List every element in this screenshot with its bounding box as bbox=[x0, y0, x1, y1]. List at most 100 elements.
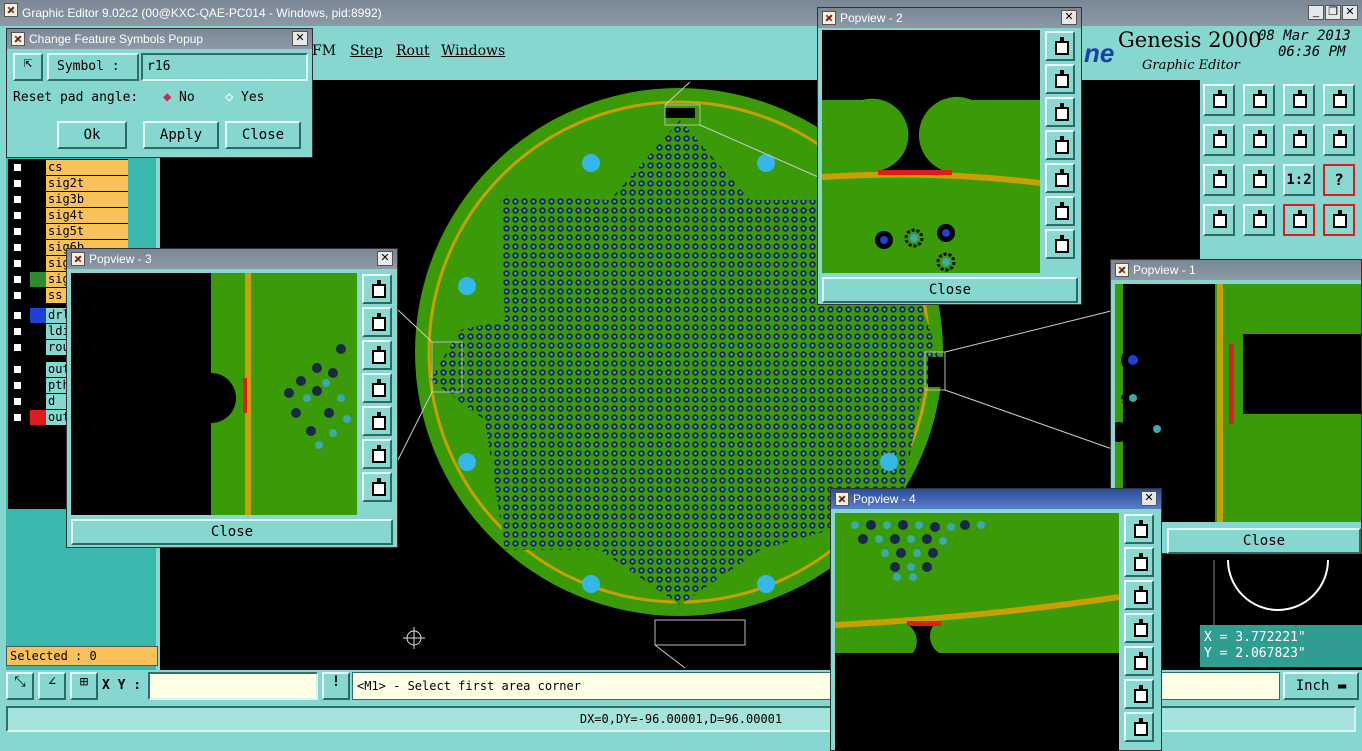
popview-3-close-icon[interactable]: ✕ bbox=[377, 251, 393, 266]
layer-row[interactable]: cs bbox=[8, 160, 128, 175]
layer-checkbox[interactable] bbox=[12, 342, 23, 353]
pv2-down-button[interactable] bbox=[1045, 97, 1075, 127]
layer-color-swatch[interactable] bbox=[30, 340, 46, 355]
pv2-popout-button[interactable] bbox=[1045, 31, 1075, 61]
layer-color-swatch[interactable] bbox=[30, 378, 46, 393]
radio-yes-icon[interactable]: ◇ bbox=[225, 89, 233, 105]
pv4-zoom-in-button[interactable] bbox=[1124, 679, 1154, 709]
tool-pan-left-button[interactable] bbox=[1203, 124, 1235, 156]
menu-item-fm[interactable]: FM bbox=[312, 43, 336, 59]
layer-row[interactable]: sig2t bbox=[8, 176, 128, 191]
tool-target-button[interactable] bbox=[1243, 164, 1275, 196]
layer-checkbox[interactable] bbox=[12, 162, 23, 173]
xy-input[interactable] bbox=[148, 672, 318, 700]
popview-3-close-button[interactable]: Close bbox=[71, 519, 393, 545]
popview-2-close-icon[interactable]: ✕ bbox=[1061, 10, 1077, 25]
layer-checkbox[interactable] bbox=[12, 242, 23, 253]
layer-checkbox[interactable] bbox=[12, 274, 23, 285]
layer-color-swatch[interactable] bbox=[30, 288, 46, 303]
layer-color-swatch[interactable] bbox=[30, 192, 46, 207]
help-icon[interactable]: ? bbox=[1323, 164, 1355, 196]
pv2-right-button[interactable] bbox=[1045, 163, 1075, 193]
status-tool-button-1[interactable]: ⤡ bbox=[6, 672, 34, 700]
popview-4-close-icon[interactable]: ✕ bbox=[1141, 491, 1157, 506]
pv4-popout-button[interactable] bbox=[1124, 514, 1154, 544]
layer-color-swatch[interactable] bbox=[30, 308, 46, 323]
tool-settings-button[interactable] bbox=[1203, 204, 1235, 236]
layer-checkbox[interactable] bbox=[12, 210, 23, 221]
menu-item-windows[interactable]: Windows bbox=[441, 43, 505, 59]
ok-button[interactable]: Ok bbox=[57, 121, 127, 149]
pv3-left-button[interactable] bbox=[362, 373, 392, 403]
layer-name[interactable]: cs bbox=[46, 160, 128, 175]
tool-s-button[interactable] bbox=[1323, 124, 1355, 156]
status-tool-button-3[interactable]: ⊞ bbox=[70, 672, 98, 700]
layer-checkbox[interactable] bbox=[12, 364, 23, 375]
pv2-up-button[interactable] bbox=[1045, 64, 1075, 94]
layer-checkbox[interactable] bbox=[12, 326, 23, 337]
pv3-up-button[interactable] bbox=[362, 307, 392, 337]
minimize-icon[interactable]: _ bbox=[1308, 5, 1324, 20]
popview-2-close-button[interactable]: Close bbox=[822, 277, 1078, 303]
layer-name[interactable]: sig3b bbox=[46, 192, 128, 207]
layer-checkbox[interactable] bbox=[12, 194, 23, 205]
menu-item-rout[interactable]: Rout bbox=[396, 43, 430, 59]
layer-checkbox[interactable] bbox=[12, 258, 23, 269]
layer-checkbox[interactable] bbox=[12, 178, 23, 189]
pv4-down-button[interactable] bbox=[1124, 580, 1154, 610]
pv3-right-button[interactable] bbox=[362, 406, 392, 436]
close-icon[interactable]: ✕ bbox=[1342, 5, 1358, 20]
pointer-icon[interactable]: ⇱ bbox=[13, 53, 43, 81]
pv3-down-button[interactable] bbox=[362, 340, 392, 370]
layer-color-swatch[interactable] bbox=[30, 160, 46, 175]
layer-row[interactable]: sig4t bbox=[8, 208, 128, 223]
layer-color-swatch[interactable] bbox=[30, 272, 46, 287]
layer-color-swatch[interactable] bbox=[30, 256, 46, 271]
tool-net2-button[interactable] bbox=[1323, 204, 1355, 236]
pv3-popout-button[interactable] bbox=[362, 274, 392, 304]
radio-no-label[interactable]: No bbox=[179, 90, 195, 105]
pv4-right-button[interactable] bbox=[1124, 646, 1154, 676]
layer-color-swatch[interactable] bbox=[30, 362, 46, 377]
layer-name[interactable]: sig4t bbox=[46, 208, 128, 223]
menu-item-step[interactable]: Step bbox=[350, 43, 382, 59]
layer-color-swatch[interactable] bbox=[30, 324, 46, 339]
units-select[interactable]: Inch ▬ bbox=[1283, 672, 1359, 700]
layer-color-swatch[interactable] bbox=[30, 224, 46, 239]
info-button[interactable]: ! bbox=[322, 672, 350, 700]
layer-checkbox[interactable] bbox=[12, 380, 23, 391]
pv3-zoom-in-button[interactable] bbox=[362, 439, 392, 469]
pv2-zoom-in-button[interactable] bbox=[1045, 196, 1075, 226]
layer-checkbox[interactable] bbox=[12, 310, 23, 321]
tool-pan-right-button[interactable] bbox=[1243, 124, 1275, 156]
pv2-left-button[interactable] bbox=[1045, 130, 1075, 160]
layer-color-swatch[interactable] bbox=[30, 394, 46, 409]
tool-scale-button[interactable]: 1:2 bbox=[1283, 164, 1315, 196]
layer-name[interactable]: sig2t bbox=[46, 176, 128, 191]
tool-probe-button[interactable] bbox=[1243, 204, 1275, 236]
layer-row[interactable]: sig3b bbox=[8, 192, 128, 207]
layer-color-swatch[interactable] bbox=[30, 176, 46, 191]
apply-button[interactable]: Apply bbox=[143, 121, 219, 149]
maximize-icon[interactable]: ❐ bbox=[1325, 5, 1341, 20]
layer-color-swatch[interactable] bbox=[30, 208, 46, 223]
layer-row[interactable]: sig5t bbox=[8, 224, 128, 239]
pv4-up-button[interactable] bbox=[1124, 547, 1154, 577]
pv4-zoom-out-button[interactable] bbox=[1124, 712, 1154, 742]
layer-checkbox[interactable] bbox=[12, 226, 23, 237]
tool-zoom-in-button[interactable] bbox=[1203, 84, 1235, 116]
pv2-zoom-out-button[interactable] bbox=[1045, 229, 1075, 259]
popup-close-icon[interactable]: ✕ bbox=[292, 31, 308, 46]
layer-color-swatch[interactable] bbox=[30, 240, 46, 255]
popview-1-close-button[interactable]: Close bbox=[1167, 528, 1361, 554]
layer-name[interactable]: sig5t bbox=[46, 224, 128, 239]
tool-mirror-button[interactable] bbox=[1283, 124, 1315, 156]
layer-checkbox[interactable] bbox=[12, 290, 23, 301]
popup-close-button[interactable]: Close bbox=[225, 121, 301, 149]
layer-checkbox[interactable] bbox=[12, 412, 23, 423]
tool-fit-button[interactable] bbox=[1323, 84, 1355, 116]
symbol-input[interactable]: r16 bbox=[141, 53, 308, 81]
tool-net-button[interactable] bbox=[1283, 204, 1315, 236]
tool-center-button[interactable] bbox=[1203, 164, 1235, 196]
layer-color-swatch[interactable] bbox=[30, 410, 46, 425]
